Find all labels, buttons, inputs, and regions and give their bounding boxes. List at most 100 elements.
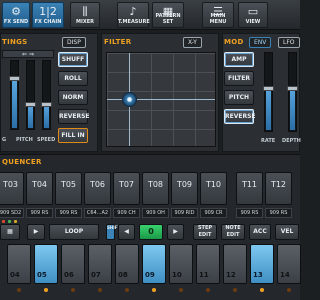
- step-led: [287, 288, 291, 292]
- options-button[interactable]: ▦: [0, 224, 20, 240]
- reverse-button[interactable]: REVERSE: [58, 109, 90, 124]
- track-button[interactable]: T09: [171, 172, 198, 205]
- play-button[interactable]: ▶: [27, 224, 45, 240]
- step-edit-button[interactable]: STEP EDIT: [193, 224, 217, 240]
- track-button[interactable]: T03: [0, 172, 24, 205]
- step-button[interactable]: 08: [115, 244, 139, 284]
- prev-pattern-button[interactable]: ◀: [118, 224, 135, 240]
- track-sample: 909 RS: [26, 208, 53, 218]
- shift-button[interactable]: SHIFT: [106, 224, 120, 240]
- track-button[interactable]: T12: [265, 172, 292, 205]
- lfo-button[interactable]: LFO: [278, 37, 300, 48]
- step-number: 14: [280, 271, 290, 279]
- xy-puck[interactable]: [122, 92, 137, 107]
- mod-pitch-button[interactable]: PITCH: [224, 90, 254, 105]
- track-button[interactable]: T11: [236, 172, 263, 205]
- step-button[interactable]: 11: [196, 244, 220, 284]
- step-button[interactable]: 12: [223, 244, 247, 284]
- tune-icon: ⚙: [11, 5, 21, 18]
- acc-button[interactable]: ACC: [249, 224, 271, 240]
- track-sample: 909 RS: [55, 208, 82, 218]
- amp-button[interactable]: AMP: [224, 52, 254, 67]
- track-button[interactable]: T05: [55, 172, 82, 205]
- mixer-button[interactable]: ⫼ MIXER: [70, 2, 100, 28]
- speed-slider-knob[interactable]: [41, 102, 52, 107]
- step-led: [71, 288, 75, 292]
- track-name: T06: [89, 180, 106, 189]
- track-button[interactable]: T10: [200, 172, 227, 205]
- step-button[interactable]: 09: [142, 244, 166, 284]
- step-led: [152, 288, 156, 292]
- rate-slider-knob[interactable]: [263, 86, 274, 91]
- pattern-set-button[interactable]: ▦ PATTERN SET: [152, 2, 184, 28]
- view-label: VIEW: [245, 19, 261, 25]
- env-button[interactable]: ENV: [249, 37, 272, 48]
- mod-filter-button[interactable]: FILTER: [224, 71, 254, 86]
- sequencer-title: QUENCER: [2, 158, 42, 166]
- track-sample: C64...A2: [84, 208, 111, 218]
- rate-label: RATE: [261, 138, 276, 144]
- step-led: [125, 288, 129, 292]
- track-name: T09: [176, 180, 193, 189]
- shuffle-button[interactable]: SHUFF: [58, 52, 88, 67]
- arrow-selector[interactable]: ⇐ ⇒: [2, 50, 54, 58]
- pitch-slider[interactable]: [25, 60, 36, 130]
- settings-title: TINGS: [2, 38, 28, 46]
- loop-button[interactable]: LOOP: [49, 224, 99, 240]
- track-name: T03: [2, 180, 19, 189]
- vel-button[interactable]: VEL: [275, 224, 299, 240]
- chain-icon: 1|2: [39, 5, 57, 18]
- arrow-left-icon[interactable]: ⇐ ⇒: [22, 51, 34, 58]
- rate-slider[interactable]: [263, 52, 274, 132]
- norm-button[interactable]: NORM: [58, 90, 88, 105]
- pitch-slider-knob[interactable]: [25, 102, 36, 107]
- grid-icon: ▦: [7, 228, 13, 235]
- roll-button[interactable]: ROLL: [58, 71, 88, 86]
- step-number: 05: [37, 271, 47, 279]
- track-button[interactable]: T07: [113, 172, 140, 205]
- depth-slider[interactable]: [287, 52, 298, 132]
- filter-title: FILTER: [104, 38, 132, 46]
- track-name: T04: [31, 180, 48, 189]
- depth-label: DEPTH: [282, 138, 301, 144]
- view-button[interactable]: ▭ VIEW: [238, 2, 268, 28]
- step-led: [44, 288, 48, 292]
- track-sample: 909 CH: [113, 208, 140, 218]
- track-name: T10: [205, 180, 222, 189]
- t-measure-button[interactable]: ♪ T.MEASURE: [117, 2, 150, 28]
- step-button[interactable]: 10: [169, 244, 193, 284]
- pattern-number[interactable]: 0: [139, 224, 163, 240]
- track-sample: 909 OH: [142, 208, 169, 218]
- note-edit-button[interactable]: NOTE EDIT: [221, 224, 245, 240]
- track-name: T11: [241, 180, 258, 189]
- step-number: 09: [145, 271, 155, 279]
- step-button[interactable]: 14: [277, 244, 301, 284]
- main-menu-button[interactable]: ☰ MAIN MENU: [202, 2, 234, 28]
- mixer-icon: ⫼: [82, 5, 88, 18]
- step-button[interactable]: 13: [250, 244, 274, 284]
- gate-slider-knob[interactable]: [9, 76, 20, 81]
- speed-slider[interactable]: [41, 60, 52, 130]
- track-button[interactable]: T04: [26, 172, 53, 205]
- gate-slider[interactable]: [9, 60, 20, 130]
- track-sample: 909 RS: [265, 208, 292, 218]
- fx-chain-button[interactable]: 1|2 FX CHAIN: [32, 2, 64, 28]
- xy-mode-button[interactable]: X-Y: [183, 37, 202, 48]
- step-number: 08: [118, 271, 128, 279]
- next-pattern-button[interactable]: ▶: [167, 224, 184, 240]
- step-led: [17, 288, 21, 292]
- step-button[interactable]: 05: [34, 244, 58, 284]
- step-button[interactable]: 07: [88, 244, 112, 284]
- disp-button[interactable]: DISP: [62, 37, 86, 48]
- step-button[interactable]: 06: [61, 244, 85, 284]
- mod-reverse-button[interactable]: REVERSE: [224, 109, 256, 124]
- track-button[interactable]: T08: [142, 172, 169, 205]
- pitch-label: PITCH: [16, 137, 33, 143]
- step-button[interactable]: 04: [7, 244, 31, 284]
- fx-send-button[interactable]: ⚙ FX SEND: [2, 2, 30, 28]
- xy-pad[interactable]: [106, 52, 216, 147]
- depth-slider-knob[interactable]: [287, 86, 298, 91]
- t-measure-label: T.MEASURE: [118, 19, 150, 25]
- track-button[interactable]: T06: [84, 172, 111, 205]
- fill-in-button[interactable]: FILL IN: [58, 128, 88, 143]
